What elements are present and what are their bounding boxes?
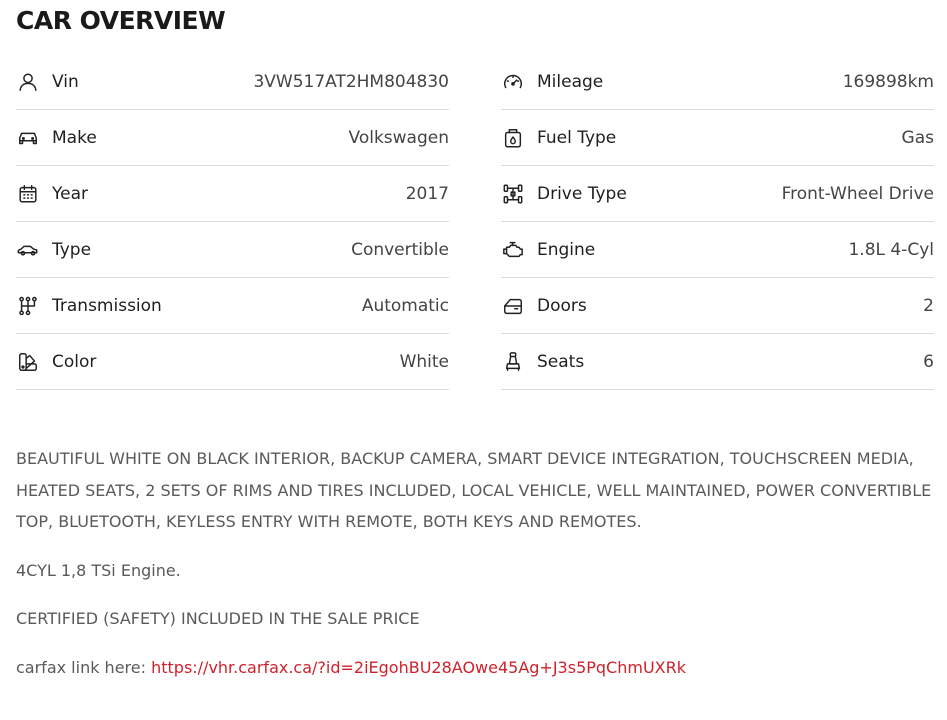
spec-value: Automatic bbox=[361, 295, 449, 316]
spec-value: 1.8L 4-Cyl bbox=[848, 239, 934, 260]
spec-row-engine: Engine 1.8L 4-Cyl bbox=[501, 222, 934, 278]
spec-column-left: Vin 3VW517AT2HM804830 Make Volkswagen Ye… bbox=[16, 54, 449, 390]
page-title: CAR OVERVIEW bbox=[16, 6, 226, 35]
spec-label: Make bbox=[52, 127, 97, 148]
carfax-line: carfax link here: https://vhr.carfax.ca/… bbox=[16, 652, 936, 684]
spec-row-vin: Vin 3VW517AT2HM804830 bbox=[16, 54, 449, 110]
spec-row-make: Make Volkswagen bbox=[16, 110, 449, 166]
spec-value: 169898km bbox=[842, 71, 934, 92]
spec-label: Transmission bbox=[52, 295, 162, 316]
spec-value: 3VW517AT2HM804830 bbox=[253, 71, 449, 92]
speedometer-icon bbox=[501, 70, 525, 94]
spec-row-color: Color White bbox=[16, 334, 449, 390]
spec-column-right: Mileage 169898km Fuel Type Gas Drive Typ… bbox=[501, 54, 934, 390]
carfax-prefix: carfax link here: bbox=[16, 657, 152, 677]
spec-row-seats: Seats 6 bbox=[501, 334, 934, 390]
description-paragraph: BEAUTIFUL WHITE ON BLACK INTERIOR, BACKU… bbox=[16, 449, 932, 531]
spec-label: Type bbox=[52, 239, 92, 260]
spec-label: Doors bbox=[537, 295, 587, 316]
car-front-icon bbox=[16, 126, 40, 150]
spec-value: Convertible bbox=[351, 239, 449, 260]
spec-row-type: Type Convertible bbox=[16, 222, 449, 278]
spec-label: Year bbox=[52, 183, 88, 204]
spec-label: Mileage bbox=[537, 71, 604, 92]
car-side-icon bbox=[16, 238, 40, 262]
spec-value: 2017 bbox=[405, 183, 449, 204]
spec-value: 6 bbox=[923, 351, 934, 372]
spec-row-fuel-type: Fuel Type Gas bbox=[501, 110, 934, 166]
spec-label: Drive Type bbox=[537, 183, 627, 204]
spec-label: Vin bbox=[52, 71, 79, 92]
spec-row-doors: Doors 2 bbox=[501, 278, 934, 334]
spec-row-year: Year 2017 bbox=[16, 166, 449, 222]
seat-icon bbox=[501, 350, 525, 374]
spec-value: Gas bbox=[901, 127, 934, 148]
engine-icon bbox=[501, 238, 525, 262]
spec-label: Color bbox=[52, 351, 97, 372]
carfax-link[interactable]: https://vhr.carfax.ca/?id=2iEgohBU28AOwe… bbox=[151, 658, 686, 677]
spec-value: Volkswagen bbox=[348, 127, 449, 148]
description-paragraph: 4CYL 1,8 TSi Engine. bbox=[16, 560, 181, 580]
person-icon bbox=[16, 70, 40, 94]
spec-label: Seats bbox=[537, 351, 585, 372]
spec-row-drive-type: Drive Type Front-Wheel Drive bbox=[501, 166, 934, 222]
description-paragraph: CERTIFIED (SAFETY) INCLUDED IN THE SALE … bbox=[16, 609, 420, 628]
color-swatch-icon bbox=[16, 350, 40, 374]
spec-row-mileage: Mileage 169898km bbox=[501, 54, 934, 110]
drivetrain-icon bbox=[501, 182, 525, 206]
calendar-icon bbox=[16, 182, 40, 206]
vehicle-description: BEAUTIFUL WHITE ON BLACK INTERIOR, BACKU… bbox=[16, 443, 936, 700]
spec-value: White bbox=[399, 351, 449, 372]
fuel-can-icon bbox=[501, 126, 525, 150]
car-door-icon bbox=[501, 294, 525, 318]
spec-label: Fuel Type bbox=[537, 127, 617, 148]
spec-row-transmission: Transmission Automatic bbox=[16, 278, 449, 334]
spec-value: 2 bbox=[923, 295, 934, 316]
gear-shift-icon bbox=[16, 294, 40, 318]
spec-value: Front-Wheel Drive bbox=[781, 183, 934, 204]
spec-label: Engine bbox=[537, 239, 596, 260]
